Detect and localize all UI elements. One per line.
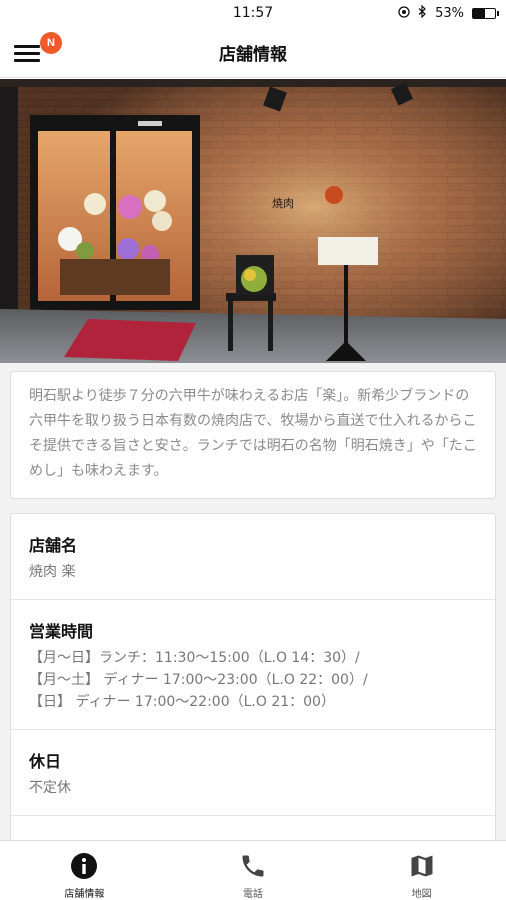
business-hours-section: 営業時間 【月～日】ランチ：11:30～15:00（L.O 14：30）/ 【月… [11,600,495,730]
status-indicators: 53% [398,4,499,22]
tab-map-label: 地図 [411,889,432,900]
holiday-section: 休日 不定休 [11,730,495,816]
business-hours-line: 【月～土】 ディナー 17:00～23:00（L.O 22：00）/ [29,672,368,688]
battery-percent: 53% [435,6,464,21]
store-name-label: 店舗名 [29,536,78,555]
content-area[interactable]: 明石駅より徒歩７分の六甲牛が味わえるお店「楽」。新希少ブランドの六甲牛を取り扱う… [0,363,506,840]
map-icon [407,851,437,881]
nav-bar: N 店舗情報 [0,26,506,78]
tab-store-info[interactable]: 店舗情報 [0,841,169,900]
store-name-value: 焼肉 楽 [29,564,76,580]
tab-phone-label: 電話 [243,889,263,900]
battery-icon [472,8,499,19]
business-hours-label: 営業時間 [29,622,94,641]
battery-level [473,9,485,18]
tab-phone[interactable]: 電話 [169,841,338,900]
info-icon [69,851,99,881]
store-name-section: 店舗名 焼肉 楽 [11,514,495,600]
business-hours-line: 【日】 ディナー 17:00～22:00（L.O 21：00） [29,694,335,710]
tab-bar: 店舗情報 電話 地図 [0,840,506,900]
status-bar: 11:57 53% [0,0,506,26]
storefront-photo: 焼肉 [0,79,506,363]
store-info-card: 店舗名 焼肉 楽 営業時間 【月～日】ランチ：11:30～15:00（L.O 1… [10,513,496,840]
next-section [11,816,495,840]
svg-text:焼肉: 焼肉 [272,197,294,210]
business-hours-line: 【月～日】ランチ：11:30～15:00（L.O 14：30）/ [29,650,360,666]
page-title: 店舗情報 [219,45,287,65]
store-description: 明石駅より徒歩７分の六甲牛が味わえるお店「楽」。新希少ブランドの六甲牛を取り扱う… [29,388,477,479]
description-card: 明石駅より徒歩７分の六甲牛が味わえるお店「楽」。新希少ブランドの六甲牛を取り扱う… [10,371,496,499]
bluetooth-icon [418,4,427,22]
tab-map[interactable]: 地図 [337,841,506,900]
holiday-label: 休日 [29,752,62,771]
location-icon [398,5,410,22]
tab-store-info-label: 店舗情報 [64,889,105,900]
holiday-value: 不定休 [29,780,71,796]
phone-icon [238,851,268,881]
